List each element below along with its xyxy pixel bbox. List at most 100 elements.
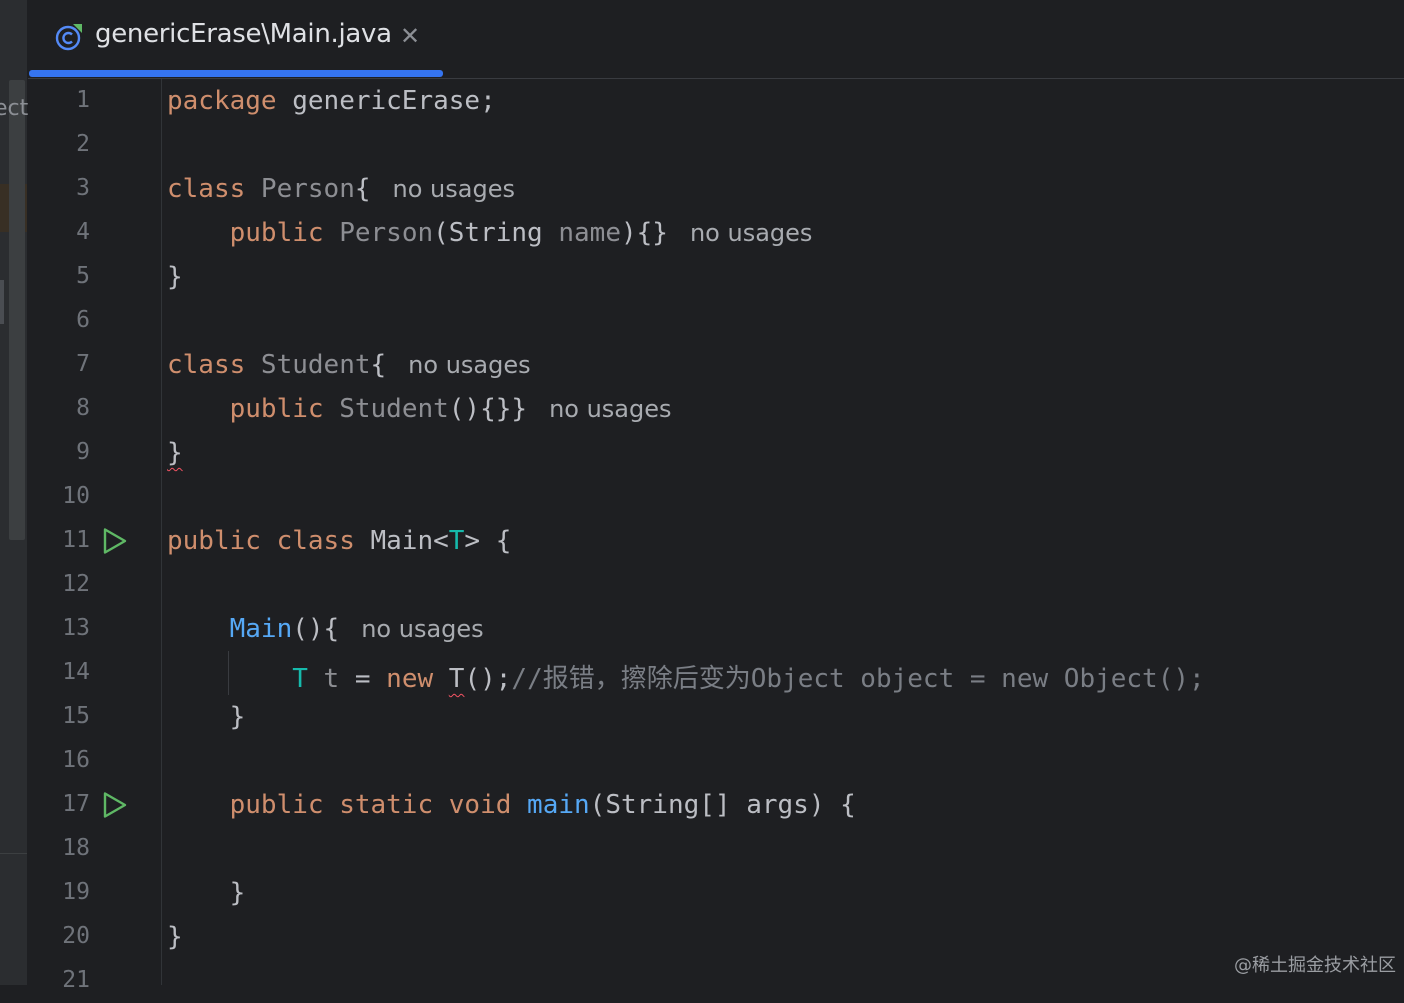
line-number: 14 — [28, 659, 90, 685]
java-class-icon — [54, 22, 84, 52]
usages-hint[interactable]: no usages — [361, 615, 483, 643]
code-text-error: } — [167, 438, 183, 468]
code-text: public static void main(String[] args) { — [167, 790, 856, 820]
code-line: 16 — [28, 739, 1404, 783]
code-text: } — [167, 878, 245, 908]
constructor-name-token: Student — [324, 394, 449, 424]
code-line: 10 — [28, 475, 1404, 519]
code-editor[interactable]: 1 package genericErase; 2 3 class Person… — [28, 79, 1404, 985]
line-number: 21 — [28, 967, 90, 993]
line-number: 5 — [28, 263, 90, 289]
method-name-token: main — [527, 790, 590, 820]
usages-hint[interactable]: no usages — [408, 351, 530, 379]
line-number: 3 — [28, 175, 90, 201]
code-token: genericErase; — [277, 86, 496, 116]
code-text: } — [167, 262, 183, 292]
code-text: class Student{no usages — [167, 350, 531, 380]
tab-main-java[interactable]: genericErase\Main.java ✕ — [28, 0, 443, 78]
line-number: 12 — [28, 571, 90, 597]
code-line: 5 } — [28, 255, 1404, 299]
line-number: 16 — [28, 747, 90, 773]
indent — [167, 664, 292, 694]
code-text: package genericErase; — [167, 86, 496, 116]
code-line: 17 public static void main(String[] args… — [28, 783, 1404, 827]
code-text: class Person{ no usages — [167, 174, 515, 204]
watermark: @稀土掘金技术社区 — [1234, 951, 1396, 977]
side-notch — [0, 280, 4, 324]
code-line: 4 public Person(String name){}no usages — [28, 211, 1404, 255]
line-number: 20 — [28, 923, 90, 949]
keyword-token: class — [167, 350, 245, 380]
keyword-token: class — [261, 526, 355, 556]
indent — [167, 218, 230, 248]
param-token: name — [543, 218, 621, 248]
line-number: 2 — [28, 131, 90, 157]
side-scrollbar[interactable] — [9, 80, 25, 540]
line-number: 11 — [28, 527, 90, 553]
constructor-name-token: Person — [324, 218, 434, 248]
code-line: 21 — [28, 959, 1404, 1003]
close-icon[interactable]: ✕ — [400, 22, 420, 50]
side-divider — [0, 853, 27, 854]
line-number: 13 — [28, 615, 90, 641]
keyword-token: public static void — [230, 790, 512, 820]
code-token: (){}} — [449, 394, 527, 424]
code-token: (){ — [292, 614, 339, 644]
code-line: 11 public class Main<T> { — [28, 519, 1404, 563]
code-text: public Student(){}} no usages — [167, 394, 672, 424]
keyword-token: public — [230, 394, 324, 424]
indent — [167, 790, 230, 820]
line-number: 8 — [28, 395, 90, 421]
line-number: 17 — [28, 791, 90, 817]
line-number: 15 — [28, 703, 90, 729]
code-text: public class Main<T> { — [167, 526, 511, 556]
code-line: 19 } — [28, 871, 1404, 915]
line-number: 1 — [28, 87, 90, 113]
code-line: 9 } — [28, 431, 1404, 475]
keyword-token: public — [230, 218, 324, 248]
code-token: ){} — [621, 218, 668, 248]
variable-token: t — [308, 664, 339, 694]
keyword-token: package — [167, 86, 277, 116]
code-line: 3 class Person{ no usages — [28, 167, 1404, 211]
code-line: 20 } — [28, 915, 1404, 959]
line-number: 10 — [28, 483, 90, 509]
code-line: 18 — [28, 827, 1404, 871]
active-tab-indicator — [29, 70, 443, 77]
constructor-name-token: Main — [230, 614, 293, 644]
code-text: public Person(String name){}no usages — [167, 218, 812, 248]
code-token: { — [355, 174, 371, 204]
project-tool-window-strip[interactable]: ect — [0, 0, 28, 985]
code-token — [433, 664, 449, 694]
code-text: T t = new T();//报错，擦除后变为Object object = … — [167, 658, 1205, 695]
usages-hint[interactable]: no usages — [549, 395, 671, 423]
project-panel-label: ect — [0, 96, 28, 121]
keyword-token: class — [167, 174, 245, 204]
comment-token: //报错，擦除后变为Object object = new Object(); — [511, 664, 1204, 694]
code-line: 12 — [28, 563, 1404, 607]
keyword-token: public — [167, 526, 261, 556]
run-icon[interactable] — [102, 791, 128, 819]
keyword-token: new — [386, 664, 433, 694]
editor-tab-bar: genericErase\Main.java ✕ — [28, 0, 1404, 79]
usages-hint[interactable]: no usages — [690, 219, 812, 247]
usages-hint[interactable]: no usages — [393, 175, 515, 203]
code-token — [511, 790, 527, 820]
line-number: 19 — [28, 879, 90, 905]
class-name-token: Person — [245, 174, 355, 204]
code-token: (); — [464, 664, 511, 694]
line-number: 4 — [28, 219, 90, 245]
code-line: 1 package genericErase; — [28, 79, 1404, 123]
code-line: 15 } — [28, 695, 1404, 739]
line-number: 6 — [28, 307, 90, 333]
indent — [167, 614, 230, 644]
code-line: 7 class Student{no usages — [28, 343, 1404, 387]
run-icon[interactable] — [102, 527, 128, 555]
code-line: 13 Main(){ no usages — [28, 607, 1404, 651]
code-line: 14 T t = new T();//报错，擦除后变为Object object… — [28, 651, 1404, 695]
indent — [167, 394, 230, 424]
line-number: 9 — [28, 439, 90, 465]
code-token: = — [339, 664, 386, 694]
code-line: 6 — [28, 299, 1404, 343]
line-number: 18 — [28, 835, 90, 861]
